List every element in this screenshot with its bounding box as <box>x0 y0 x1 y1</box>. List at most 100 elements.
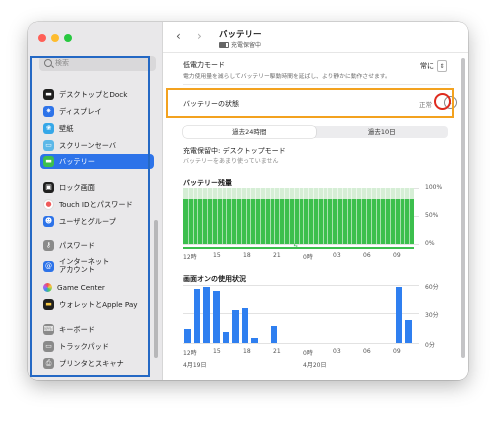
battery-chart-hour-line <box>240 188 242 244</box>
sidebar-item-display[interactable]: ✷ ディスプレイ <box>40 104 154 119</box>
usage-x-tick: 18 <box>243 348 251 355</box>
battery-chart-hour-line <box>322 188 324 244</box>
battery-status-icon <box>219 41 229 48</box>
usage-bar <box>193 288 201 343</box>
battery-chart-hour-line <box>293 188 295 244</box>
battery-chart-hour-line <box>202 188 204 244</box>
sidebar-item-trackpad[interactable]: ▭ トラックパッド <box>40 339 154 354</box>
keyboard-icon: ⌨ <box>43 324 54 335</box>
sidebar-item-label: 壁紙 <box>59 123 74 133</box>
divider <box>183 84 451 85</box>
battery-chart-hour-line <box>269 188 271 244</box>
settings-window: 検索 ▬ デスクトップとDock ✷ ディスプレイ ❀ 壁紙 ▭ スクリーンセー… <box>28 22 468 380</box>
usage-x-tick: 0時 <box>303 350 313 357</box>
usage-x-tick: 21 <box>273 348 281 355</box>
usage-y-tick: 30分 <box>425 312 439 319</box>
forward-arrow-icon[interactable]: › <box>197 30 202 42</box>
battery-chart-hour-line <box>235 188 237 244</box>
sidebar-item-touch-id[interactable]: ● Touch IDとパスワード <box>40 197 154 212</box>
battery-chart-hour-line <box>303 188 305 244</box>
sidebar-item-desktop-dock[interactable]: ▬ デスクトップとDock <box>40 87 154 102</box>
battery-chart-hour-line <box>312 188 314 244</box>
battery-chart-hour-line <box>231 188 233 244</box>
main-scrollbar[interactable] <box>461 58 465 358</box>
sidebar-item-label: Touch IDとパスワード <box>59 199 133 209</box>
battery-x-tick: 21 <box>273 252 281 259</box>
info-icon[interactable]: i <box>444 96 457 109</box>
battery-chart-hour-line <box>211 188 213 244</box>
battery-chart-hour-line <box>327 188 329 244</box>
battery-icon: ▬ <box>43 156 54 167</box>
sidebar-item-battery[interactable]: ▬ バッテリー <box>40 154 154 169</box>
sidebar-item-keyboard[interactable]: ⌨ キーボード <box>40 322 154 337</box>
charging-status-title: 充電保留中: デスクトップモード <box>183 147 286 155</box>
trackpad-icon: ▭ <box>43 341 54 352</box>
battery-chart-hour-line <box>250 188 252 244</box>
battery-chart-hour-line <box>245 188 247 244</box>
battery-level-title: バッテリー残量 <box>183 179 232 187</box>
usage-bar <box>241 308 249 343</box>
sidebar-item-label: プリンタとスキャナ <box>59 358 124 368</box>
zoom-button[interactable] <box>64 34 72 42</box>
battery-chart-hour-line <box>337 188 338 244</box>
sidebar-item-label: バッテリー <box>59 156 95 166</box>
sidebar-scrollbar[interactable] <box>154 220 158 358</box>
battery-chart-hour-line <box>351 188 353 244</box>
sidebar-item-lock-screen[interactable]: ▣ ロック画面 <box>40 180 154 195</box>
close-button[interactable] <box>38 34 46 42</box>
battery-chart-hour-line <box>197 188 199 244</box>
sidebar-item-printers[interactable]: ⎙ プリンタとスキャナ <box>40 356 154 371</box>
key-icon: ⚷ <box>43 240 54 251</box>
printer-icon: ⎙ <box>43 358 54 369</box>
sidebar-item-screensaver[interactable]: ▭ スクリーンセーバ <box>40 138 154 153</box>
users-icon: ☻ <box>43 216 54 227</box>
battery-chart-hour-line <box>279 188 281 244</box>
usage-x-tick: 03 <box>333 348 341 355</box>
usage-bar <box>232 310 239 343</box>
time-range-tabs: 過去24時間 過去10日 <box>183 126 448 138</box>
usage-bar <box>405 319 412 343</box>
sidebar-item-internet-accounts[interactable]: @ インターネット アカウント <box>40 255 154 277</box>
tab-last-24-hours[interactable]: 過去24時間 <box>183 126 316 138</box>
battery-chart-grid <box>183 188 414 248</box>
search-input[interactable]: 検索 <box>39 56 156 71</box>
tab-last-10-days[interactable]: 過去10日 <box>316 126 449 138</box>
battery-chart-hour-line <box>332 188 334 244</box>
wallet-icon: ▬ <box>43 299 54 310</box>
battery-x-tick: 15 <box>213 252 221 259</box>
usage-bar <box>212 290 220 343</box>
sidebar-item-users-groups[interactable]: ☻ ユーザとグループ <box>40 214 154 229</box>
sidebar-item-label: キーボード <box>59 324 95 334</box>
sidebar-item-game-center[interactable]: Game Center <box>40 280 154 295</box>
sidebar-item-label: トラックパッド <box>59 341 109 351</box>
search-placeholder: 検索 <box>55 59 69 67</box>
battery-chart-hour-line <box>356 188 358 244</box>
battery-chart-hour-line <box>385 188 387 244</box>
battery-chart-hour-line <box>341 188 343 244</box>
battery-chart-hour-line <box>187 188 189 244</box>
usage-y-tick: 60分 <box>425 284 439 291</box>
battery-chart-hour-line <box>375 188 377 244</box>
back-arrow-icon[interactable]: ‹ <box>176 30 181 42</box>
dock-icon: ▬ <box>43 89 54 100</box>
sidebar-item-wallpaper[interactable]: ❀ 壁紙 <box>40 121 154 136</box>
usage-bar <box>395 287 403 343</box>
battery-y-tick: 100% <box>425 184 443 191</box>
chevron-updown-icon: ⇕ <box>437 60 447 72</box>
minimize-button[interactable] <box>51 34 59 42</box>
battery-chart-hour-line <box>274 188 276 244</box>
sidebar-item-label: スクリーンセーバ <box>59 140 117 150</box>
main-panel: ‹ › バッテリー 充電保留中 低電力モード 電力使用量を減らしてバッテリー駆動… <box>163 22 468 380</box>
sidebar-item-passwords[interactable]: ⚷ パスワード <box>40 238 154 253</box>
battery-chart-hour-line <box>365 188 367 244</box>
display-icon: ✷ <box>43 106 54 117</box>
wallpaper-icon: ❀ <box>43 123 54 134</box>
battery-chart-hour-line <box>192 188 194 244</box>
low-power-value: 常に <box>420 62 434 70</box>
sidebar-item-wallet[interactable]: ▬ ウォレットとApple Pay <box>40 297 154 312</box>
battery-x-tick: 03 <box>333 252 341 259</box>
battery-health-status: 正常 <box>419 101 432 109</box>
usage-y-tick: 0分 <box>425 342 435 349</box>
low-power-select[interactable]: 常に ⇕ <box>420 60 447 72</box>
usage-x-tick: 15 <box>213 348 221 355</box>
